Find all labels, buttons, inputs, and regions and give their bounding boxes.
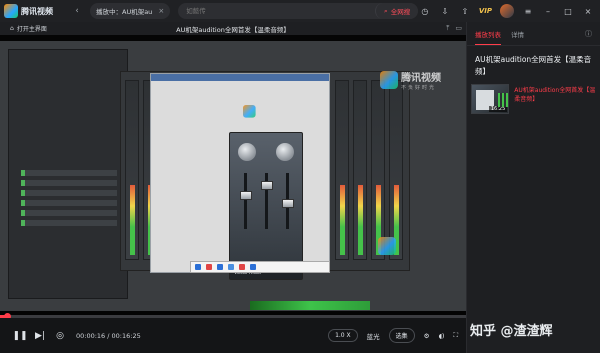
track-row	[21, 220, 117, 226]
menu-icon[interactable]: ≡	[522, 5, 534, 17]
daw-track-panel	[8, 49, 128, 299]
pause-icon[interactable]: ❚❚	[12, 328, 28, 344]
next-icon[interactable]: ▶|	[32, 328, 48, 344]
vip-badge[interactable]: VIP	[479, 7, 492, 15]
video-title: AU机架audition全网首发【温柔音频】	[176, 25, 290, 34]
sub-bar-icons: ⤒ ▭	[446, 24, 462, 33]
time-display: 00:00:16 / 00:16:25	[76, 331, 141, 340]
playlist-title: AU机架audition全网首发【温柔音频】	[475, 55, 592, 76]
video-watermark: 腾讯视频 不负好时光	[380, 69, 441, 91]
app-logo[interactable]: 腾讯视频	[4, 0, 66, 22]
close-tab-icon[interactable]: ×	[158, 7, 164, 15]
fader-handle	[240, 191, 252, 200]
level-meter	[250, 301, 370, 310]
video-watermark-small	[243, 105, 256, 118]
logo-mark-icon	[4, 4, 18, 18]
list-item[interactable]: 16:25 AU机架audition全网首发【温柔音频】	[471, 84, 597, 114]
top-right-icons: ◷ ⇩ ⇧ VIP ≡ – □ ×	[419, 4, 594, 18]
fader-handle	[282, 199, 294, 208]
video-watermark-bottom	[378, 237, 396, 255]
video-area[interactable]: Vocal Rider 腾讯视频 不负好时光	[0, 35, 466, 318]
mixer-strip	[353, 80, 367, 260]
watermark-text: 腾讯视频	[401, 73, 441, 84]
avatar[interactable]	[500, 4, 514, 18]
watermark-logo-icon	[378, 237, 396, 255]
search-box: ⌕ 全网搜	[178, 3, 419, 19]
track-row	[21, 180, 117, 186]
fader-track	[244, 173, 247, 229]
watermark-sub: 不负好时光	[401, 85, 437, 91]
list-item-title: AU机架audition全网首发【温柔音频】	[514, 87, 596, 103]
mini-mode-icon[interactable]: ▭	[455, 24, 462, 33]
info-icon[interactable]: ⓘ	[585, 29, 592, 39]
close-icon[interactable]: ×	[582, 5, 594, 17]
search-input[interactable]	[178, 7, 359, 15]
watermark-logo-icon	[243, 105, 256, 118]
vocal-rider-plugin: Vocal Rider	[229, 132, 303, 280]
duration-badge: 16:25	[488, 106, 508, 112]
tab-playlist[interactable]: 播放列表	[475, 29, 501, 45]
track-row	[21, 190, 117, 196]
minimize-icon[interactable]: –	[542, 5, 554, 17]
current-time: 00:00:16	[76, 331, 106, 340]
search-button-label: 全网搜	[390, 8, 411, 16]
player-controls: ❚❚ ▶| ◎ 00:00:16 / 00:16:25 1.0 X 蓝光 选集 …	[0, 318, 466, 353]
upload-icon[interactable]: ⇧	[459, 5, 471, 17]
search-icon: ⌕	[384, 6, 388, 15]
maximize-icon[interactable]: □	[562, 5, 574, 17]
settings-icon[interactable]: ⚙	[424, 332, 430, 340]
playing-tab-label: 播放中：AU机架au	[96, 8, 153, 16]
mixer-strip	[371, 80, 385, 260]
sub-bar: ⌂ 打开主界面 AU机架audition全网首发【温柔音频】 ⤒ ▭	[0, 22, 466, 35]
tab-detail[interactable]: 详情	[511, 29, 524, 39]
side-panel: 播放列表 详情 ⓘ AU机架audition全网首发【温柔音频】 16:25 A…	[466, 22, 600, 353]
playing-tab[interactable]: 播放中：AU机架au ×	[90, 3, 171, 19]
side-tabs: 播放列表 详情 ⓘ	[467, 22, 600, 46]
track-row	[21, 200, 117, 206]
volume-icon[interactable]: ◖)	[438, 332, 444, 340]
speed-button[interactable]: 1.0 X	[328, 329, 358, 342]
plugin-knob	[238, 143, 256, 161]
history-icon[interactable]: ◷	[419, 5, 431, 17]
video-thumbnail: 16:25	[471, 84, 510, 114]
video-frame: Vocal Rider 腾讯视频 不负好时光	[0, 41, 466, 311]
quality-button[interactable]: 蓝光	[367, 331, 380, 341]
mixer-strip	[335, 80, 349, 260]
plugin-window: Vocal Rider	[150, 73, 330, 280]
mixer-strip	[125, 80, 139, 260]
top-bar: 腾讯视频 ‹ 播放中：AU机架au × ⌕ 全网搜 ◷ ⇩ ⇧ VIP ≡ – …	[0, 0, 600, 22]
watermark-logo-icon	[380, 71, 398, 89]
fullscreen-icon[interactable]: ⛶	[453, 331, 458, 340]
total-time: 00:16:25	[111, 331, 141, 340]
plugin-titlebar	[151, 74, 329, 81]
zhihu-watermark: 知乎 @渣渣辉	[470, 324, 553, 339]
track-row	[21, 210, 117, 216]
back-icon[interactable]: ‹	[70, 4, 84, 18]
logo-text: 腾讯视频	[21, 6, 53, 16]
plugin-knob	[276, 143, 294, 161]
mixer-strip	[389, 80, 403, 260]
fader-handle	[261, 181, 273, 190]
pin-icon[interactable]: ⤒	[446, 24, 449, 33]
danmaku-icon[interactable]: ◎	[52, 328, 68, 344]
search-button[interactable]: ⌕ 全网搜	[375, 3, 419, 19]
download-icon[interactable]: ⇩	[439, 5, 451, 17]
episodes-button[interactable]: 选集	[388, 328, 415, 343]
recorder-toolbar	[190, 261, 330, 273]
video-player-app: 腾讯视频 ‹ 播放中：AU机架au × ⌕ 全网搜 ◷ ⇩ ⇧ VIP ≡ – …	[0, 0, 600, 353]
controls-right: 1.0 X 蓝光 选集 ⚙ ◖) ⛶	[328, 328, 458, 343]
track-row	[21, 170, 117, 176]
